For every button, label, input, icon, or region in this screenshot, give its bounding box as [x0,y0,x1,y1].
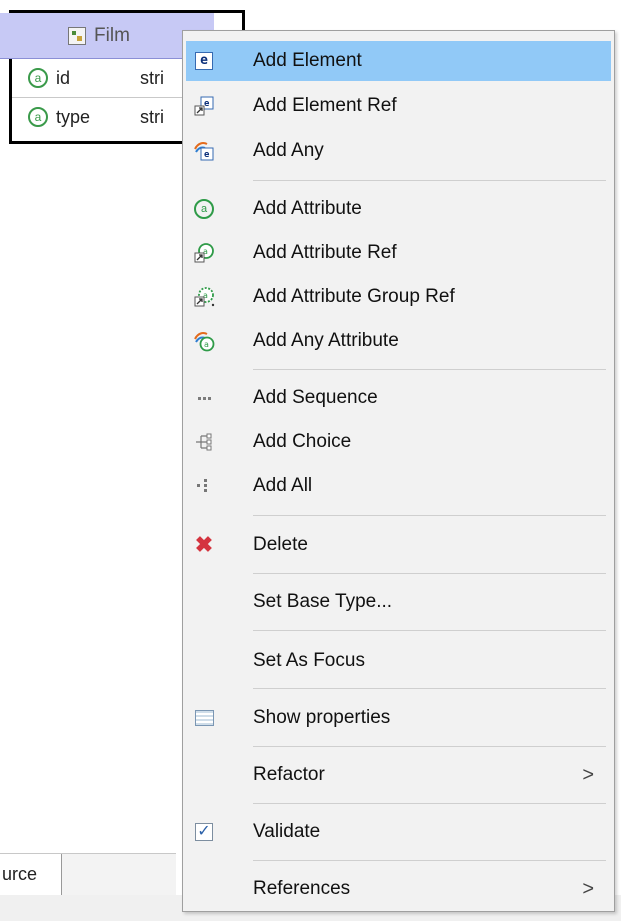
menu-item-set-base-type[interactable]: Set Base Type... [186,582,611,622]
menu-separator [253,860,606,861]
attribute-icon: a [28,107,48,127]
menu-item-label: Set As Focus [253,650,365,671]
menu-item-validate[interactable]: ✓ Validate [186,812,611,852]
submenu-arrow-icon: > [582,763,594,786]
menu-item-label: Set Base Type... [253,591,393,612]
menu-item-add-sequence[interactable]: Add Sequence [186,378,611,418]
add-any-icon: e [193,140,215,162]
film-title: Film [94,24,130,46]
menu-separator [253,746,606,747]
menu-item-delete[interactable]: ✖ Delete [186,525,611,565]
menu-item-label: Add Attribute Group Ref [253,286,455,307]
menu-item-label: Add Element [253,50,362,71]
menu-item-label: Add Sequence [253,387,378,408]
menu-item-label: Refactor [253,764,325,785]
menu-separator [253,688,606,689]
attribute-name: id [56,67,71,88]
menu-item-add-choice[interactable]: Add Choice [186,422,611,462]
svg-text:e: e [204,150,210,160]
menu-item-label: Validate [253,821,321,842]
delete-icon: ✖ [194,532,214,557]
choice-icon [193,431,215,453]
submenu-arrow-icon: > [582,877,594,900]
menu-item-add-any-attribute[interactable]: a Add Any Attribute [186,321,611,361]
menu-item-references[interactable]: References > [186,869,611,909]
element-ref-icon: e [193,95,215,117]
attribute-name: type [56,106,91,127]
menu-item-label: Add Any [253,140,324,161]
menu-item-label: Show properties [253,707,391,728]
attribute-type: stri [140,106,164,127]
menu-item-set-as-focus[interactable]: Set As Focus [186,641,611,681]
context-menu: e Add Element e Add Element Ref e Add An… [182,30,615,912]
menu-item-label: Add Attribute [253,198,362,219]
svg-text:a: a [204,340,209,349]
properties-icon [193,707,215,729]
attribute-icon: a [193,198,215,220]
menu-item-refactor[interactable]: Refactor > [186,755,611,795]
menu-item-add-attribute-ref[interactable]: a Add Attribute Ref [186,233,611,273]
menu-item-label: Add All [253,475,313,496]
sequence-icon [193,387,215,409]
validate-icon: ✓ [193,821,215,843]
menu-separator [253,573,606,574]
menu-item-label: Add Element Ref [253,95,397,116]
menu-separator [253,515,606,516]
menu-item-show-properties[interactable]: Show properties [186,698,611,738]
svg-text:e: e [204,99,210,109]
menu-item-label: Add Attribute Ref [253,242,397,263]
element-icon: e [193,50,215,72]
attribute-ref-icon: a [193,242,215,264]
menu-item-label: References [253,878,351,899]
menu-item-add-attribute[interactable]: a Add Attribute [186,189,611,229]
menu-item-add-all[interactable]: Add All [186,466,611,506]
attribute-icon: a [28,68,48,88]
menu-item-add-element-ref[interactable]: e Add Element Ref [186,86,611,126]
tab-source[interactable]: urce [0,854,62,896]
complex-type-icon [68,26,87,45]
menu-item-label: Add Any Attribute [253,330,399,351]
menu-item-add-element[interactable]: e Add Element [186,41,611,81]
menu-item-add-any[interactable]: e Add Any [186,131,611,171]
menu-separator [253,630,606,631]
editor-tabs: urce [0,853,176,896]
menu-item-label: Add Choice [253,431,352,452]
any-attribute-icon: a [193,330,215,352]
all-icon [193,475,215,497]
menu-separator [253,803,606,804]
attribute-group-ref-icon: a [193,286,215,308]
menu-separator [253,369,606,370]
attribute-type: stri [140,67,164,88]
menu-item-label: Delete [253,534,308,555]
menu-separator [253,180,606,181]
menu-item-add-attribute-group-ref[interactable]: a Add Attribute Group Ref [186,277,611,317]
